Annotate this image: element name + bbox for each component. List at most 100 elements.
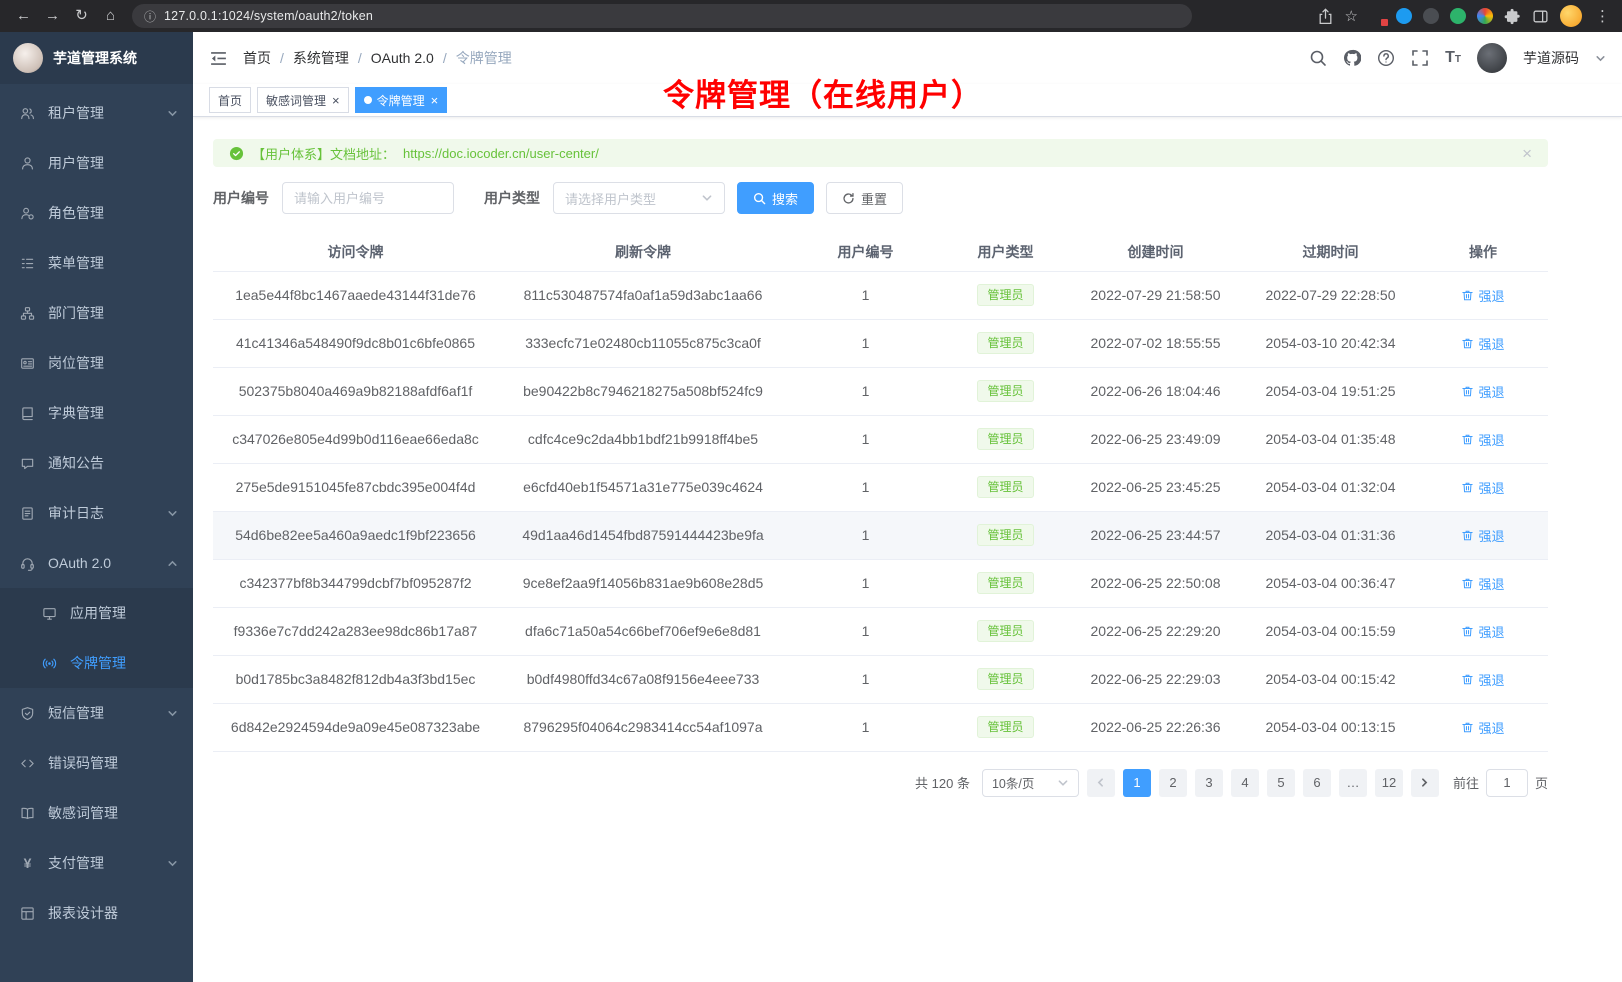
cell-user-type: 管理员 [943, 559, 1068, 607]
user-type-select[interactable]: 请选择用户类型 [553, 182, 725, 214]
chevron-down-icon [1595, 53, 1606, 64]
sidebar-item-user[interactable]: 用户管理 [0, 138, 193, 188]
extension-color-icon[interactable] [1477, 8, 1493, 24]
forward-icon[interactable]: → [39, 3, 66, 29]
reset-button[interactable]: 重置 [826, 182, 903, 214]
prev-page-button[interactable] [1087, 769, 1115, 797]
user-type-tag: 管理员 [977, 716, 1033, 738]
breadcrumb-system[interactable]: 系统管理 [293, 48, 349, 68]
action-label: 强退 [1478, 430, 1504, 449]
bookmark-star-icon[interactable]: ☆ [1345, 7, 1358, 25]
more-pages-button[interactable]: … [1339, 769, 1367, 797]
chrome-actions: ☆ ⋮ [1317, 5, 1612, 27]
fullscreen-icon[interactable] [1411, 49, 1429, 67]
sidebar-item-notice[interactable]: 通知公告 [0, 438, 193, 488]
cell-refresh-token: dfa6c71a50a54c66bef706ef9e6e8d81 [498, 607, 788, 655]
page-button-4[interactable]: 4 [1231, 769, 1259, 797]
sidebar-item-menu[interactable]: 菜单管理 [0, 238, 193, 288]
force-logout-button[interactable]: 强退 [1461, 334, 1504, 353]
breadcrumb-oauth2[interactable]: OAuth 2.0 [371, 50, 434, 66]
share-icon[interactable] [1317, 8, 1334, 25]
help-icon[interactable] [1377, 49, 1395, 67]
sidebar-item-audit-log[interactable]: 审计日志 [0, 488, 193, 538]
force-logout-button[interactable]: 强退 [1461, 526, 1504, 545]
monitor-icon [42, 606, 57, 621]
page-size-select[interactable]: 10条/页 [982, 769, 1079, 797]
close-icon[interactable]: × [430, 94, 439, 107]
search-button[interactable]: 搜索 [737, 182, 814, 214]
menu-label: 部门管理 [48, 303, 178, 323]
sidebar-item-sms[interactable]: 短信管理 [0, 688, 193, 738]
search-button-label: 搜索 [772, 189, 798, 208]
github-icon[interactable] [1343, 49, 1361, 67]
force-logout-button[interactable]: 强退 [1461, 286, 1504, 305]
sidebar-item-oauth2-token[interactable]: 令牌管理 [0, 638, 193, 688]
sidebar-item-oauth2-app[interactable]: 应用管理 [0, 588, 193, 638]
sidebar-item-report-designer[interactable]: 报表设计器 [0, 888, 193, 938]
side-panel-icon[interactable] [1532, 8, 1549, 25]
site-info-icon[interactable]: ⓘ [144, 8, 156, 25]
close-icon[interactable]: × [1522, 145, 1532, 162]
page-button-1[interactable]: 1 [1123, 769, 1151, 797]
force-logout-button[interactable]: 强退 [1461, 430, 1504, 449]
table-row: 6d842e2924594de9a09e45e087323abe 8796295… [213, 703, 1548, 751]
force-logout-button[interactable]: 强退 [1461, 574, 1504, 593]
page-button-3[interactable]: 3 [1195, 769, 1223, 797]
page-button-6[interactable]: 6 [1303, 769, 1331, 797]
page-button-2[interactable]: 2 [1159, 769, 1187, 797]
force-logout-button[interactable]: 强退 [1461, 718, 1504, 737]
username[interactable]: 芋道源码 [1523, 48, 1579, 68]
tab-token[interactable]: 令牌管理× [355, 87, 448, 113]
app-logo-area[interactable]: 芋道管理系统 [0, 32, 193, 84]
force-logout-button[interactable]: 强退 [1461, 382, 1504, 401]
browser-menu-icon[interactable]: ⋮ [1593, 7, 1612, 25]
force-logout-button[interactable]: 强退 [1461, 670, 1504, 689]
sidebar-item-oauth2[interactable]: OAuth 2.0 [0, 538, 193, 588]
sidebar-item-post[interactable]: 岗位管理 [0, 338, 193, 388]
id-card-icon [20, 356, 35, 371]
collapse-sidebar-icon[interactable] [209, 49, 228, 68]
sidebar-item-dict[interactable]: 字典管理 [0, 388, 193, 438]
breadcrumb-home[interactable]: 首页 [243, 48, 271, 68]
tab-sensitive-word[interactable]: 敏感词管理× [257, 87, 349, 113]
tab-home[interactable]: 首页 [209, 87, 251, 113]
reload-icon[interactable]: ↻ [68, 3, 95, 29]
extension-bird-icon[interactable] [1396, 8, 1412, 24]
close-icon[interactable]: × [331, 94, 340, 107]
search-icon[interactable] [1309, 49, 1327, 67]
sidebar-item-dept[interactable]: 部门管理 [0, 288, 193, 338]
app-title: 芋道管理系统 [53, 48, 137, 68]
force-logout-button[interactable]: 强退 [1461, 478, 1504, 497]
extensions-puzzle-icon[interactable] [1504, 8, 1521, 25]
sidebar-item-tenant[interactable]: 租户管理 [0, 88, 193, 138]
force-logout-button[interactable]: 强退 [1461, 622, 1504, 641]
sidebar-item-pay[interactable]: ¥ 支付管理 [0, 838, 193, 888]
user-type-tag: 管理员 [977, 524, 1033, 546]
cell-refresh-token: 8796295f04064c2983414cc54af1097a [498, 703, 788, 751]
font-size-icon[interactable]: TT [1445, 50, 1461, 66]
extension-dark-icon[interactable] [1423, 8, 1439, 24]
notification-badge [1380, 18, 1389, 27]
chevron-up-icon [167, 558, 178, 569]
layout-icon [20, 906, 35, 921]
sidebar-item-role[interactable]: 角色管理 [0, 188, 193, 238]
cell-create-time: 2022-06-26 18:04:46 [1068, 367, 1243, 415]
home-icon[interactable]: ⌂ [97, 3, 124, 29]
back-icon[interactable]: ← [10, 3, 37, 29]
browser-profile-avatar[interactable] [1560, 5, 1582, 27]
user-avatar[interactable] [1477, 43, 1507, 73]
extension-green-icon[interactable] [1450, 8, 1466, 24]
trash-icon [1461, 481, 1474, 494]
doc-link[interactable]: https://doc.iocoder.cn/user-center/ [403, 146, 599, 161]
page-button-5[interactable]: 5 [1267, 769, 1295, 797]
page-button-12[interactable]: 12 [1375, 769, 1403, 797]
chevron-down-icon [1057, 777, 1069, 789]
sidebar-item-sensitive-word[interactable]: 敏感词管理 [0, 788, 193, 838]
goto-page-input[interactable] [1486, 769, 1528, 797]
sidebar-item-error-code[interactable]: 错误码管理 [0, 738, 193, 788]
url-bar[interactable]: ⓘ 127.0.0.1:1024/system/oauth2/token [132, 4, 1192, 28]
user-id-input[interactable] [282, 182, 454, 214]
cell-create-time: 2022-07-02 18:55:55 [1068, 319, 1243, 367]
extension-badge-icon[interactable] [1369, 8, 1385, 24]
next-page-button[interactable] [1411, 769, 1439, 797]
